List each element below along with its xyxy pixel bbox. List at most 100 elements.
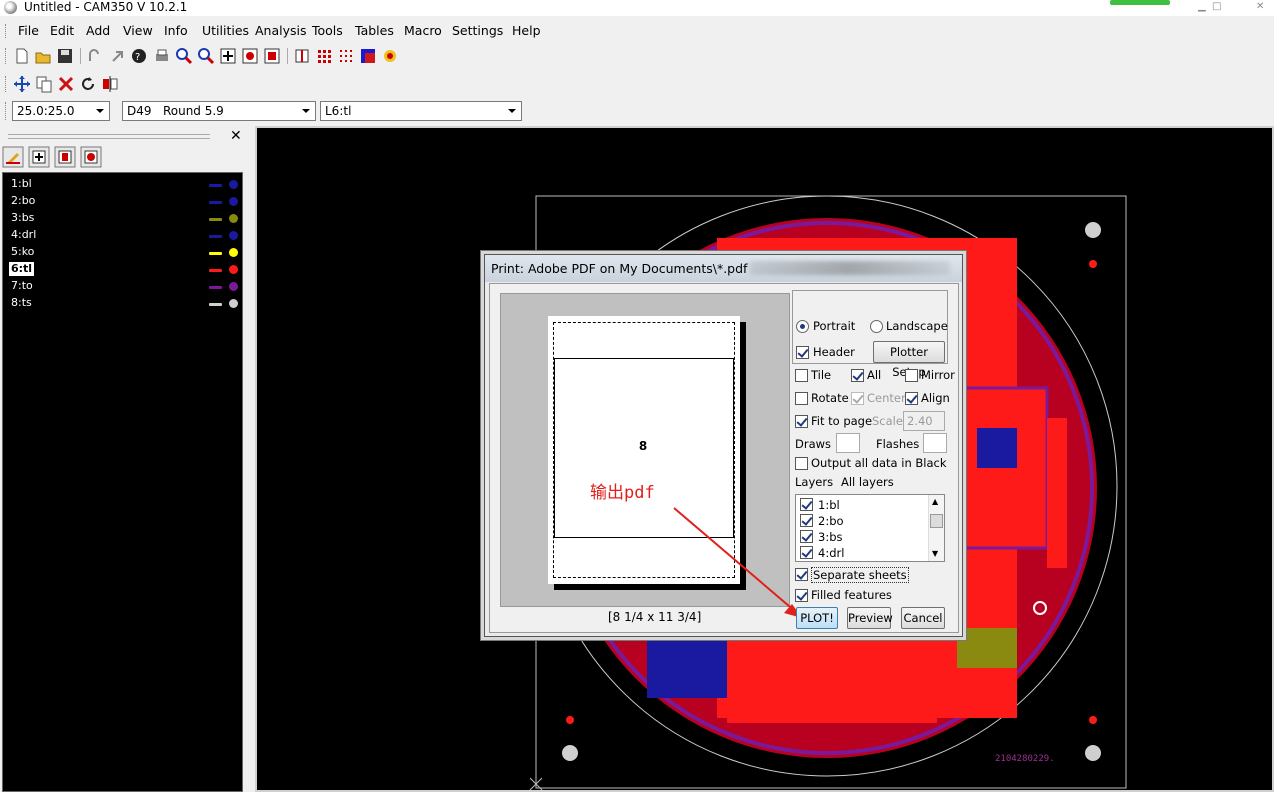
- layer-color-dot[interactable]: [229, 214, 238, 223]
- tile-checkbox[interactable]: [795, 369, 808, 382]
- menu-edit[interactable]: Edit: [50, 23, 74, 38]
- delete-icon[interactable]: [57, 75, 75, 93]
- menu-tools[interactable]: Tools: [312, 23, 343, 38]
- zoom-window-icon[interactable]: [219, 47, 237, 65]
- minimize-button[interactable]: ▁: [1198, 1, 1206, 12]
- layer-color-dot[interactable]: [229, 180, 238, 189]
- new-file-icon[interactable]: [13, 47, 31, 65]
- zoom-all-icon[interactable]: [241, 47, 259, 65]
- mirror-checkbox[interactable]: [905, 369, 918, 382]
- layer-name[interactable]: 3:bs: [9, 211, 36, 225]
- plotter-setup-button[interactable]: Plotter Setup: [873, 341, 945, 379]
- maximize-button[interactable]: □: [1212, 1, 1221, 12]
- toolbar-grip[interactable]: [5, 48, 7, 64]
- layer-color-dot[interactable]: [229, 265, 238, 274]
- print-icon[interactable]: [153, 47, 171, 65]
- list-scrollbar[interactable]: ▲ ▼: [928, 495, 944, 561]
- layer-name[interactable]: 8:ts: [9, 296, 34, 310]
- filled-features-checkbox[interactable]: [795, 589, 808, 602]
- panel-grip[interactable]: [8, 134, 210, 139]
- layer-color-dot[interactable]: [229, 248, 238, 257]
- chevron-down-icon[interactable]: [505, 102, 519, 120]
- toolbar-grip[interactable]: [5, 76, 7, 92]
- toolbar-grip[interactable]: [5, 102, 7, 120]
- zoom-out-icon[interactable]: [197, 47, 215, 65]
- close-window-button[interactable]: ✕: [1256, 1, 1264, 12]
- scroll-down-icon[interactable]: ▼: [932, 549, 938, 558]
- highlight-icon[interactable]: [381, 47, 399, 65]
- chevron-down-icon[interactable]: [299, 102, 313, 120]
- layer-row[interactable]: 6:tl: [9, 262, 241, 277]
- landscape-radio[interactable]: [870, 320, 883, 333]
- layer-row[interactable]: 5:ko: [9, 245, 241, 260]
- undo-icon[interactable]: [86, 47, 104, 65]
- layer-color-dot[interactable]: [229, 282, 238, 291]
- preview-button[interactable]: Preview: [847, 607, 893, 629]
- rotate-icon[interactable]: [79, 75, 97, 93]
- center-checkbox[interactable]: [851, 392, 864, 405]
- menu-analysis[interactable]: Analysis: [255, 23, 307, 38]
- layer-name[interactable]: 4:drl: [9, 228, 38, 242]
- layer-checkbox[interactable]: [800, 546, 813, 559]
- copy-icon[interactable]: [35, 75, 53, 93]
- layer-checkbox[interactable]: [800, 498, 813, 511]
- active-layer-combo[interactable]: L6:tl: [320, 101, 522, 121]
- move-icon[interactable]: [13, 75, 31, 93]
- menu-help[interactable]: Help: [512, 23, 541, 38]
- menu-utilities[interactable]: Utilities: [202, 23, 249, 38]
- align-checkbox[interactable]: [905, 392, 918, 405]
- snap-grid-icon[interactable]: [337, 47, 355, 65]
- layer-name[interactable]: 2:bo: [9, 194, 37, 208]
- zoom-in-icon[interactable]: [175, 47, 193, 65]
- output-black-checkbox[interactable]: [795, 457, 808, 470]
- plot-button[interactable]: PLOT!: [796, 607, 838, 629]
- layer-name[interactable]: 7:to: [9, 279, 35, 293]
- redo-icon[interactable]: [108, 47, 126, 65]
- header-checkbox[interactable]: [796, 346, 809, 359]
- menu-view[interactable]: View: [123, 23, 153, 38]
- chevron-down-icon[interactable]: [93, 102, 107, 120]
- flashes-input[interactable]: [923, 433, 947, 453]
- dialog-title-bar[interactable]: Print: Adobe PDF on My Documents\*.pdf: [485, 255, 962, 282]
- mirror-icon[interactable]: [101, 75, 119, 93]
- cancel-button[interactable]: Cancel: [901, 607, 945, 629]
- layer-all-icon[interactable]: [54, 146, 76, 168]
- all-checkbox[interactable]: [851, 369, 864, 382]
- menu-grip[interactable]: [5, 24, 7, 38]
- aperture-combo[interactable]: D49 Round 5.9: [122, 101, 316, 121]
- grid-icon[interactable]: [315, 47, 333, 65]
- layer-edit-icon[interactable]: [2, 146, 24, 168]
- fit-to-page-checkbox[interactable]: [795, 415, 808, 428]
- scale-input[interactable]: 2.40: [903, 411, 945, 431]
- separate-sheets-checkbox[interactable]: [795, 568, 808, 581]
- close-panel-icon[interactable]: ✕: [230, 128, 242, 144]
- menu-add[interactable]: Add: [86, 23, 110, 38]
- save-icon[interactable]: [56, 47, 74, 65]
- layer-checkbox[interactable]: [800, 514, 813, 527]
- pan-icon[interactable]: [293, 47, 311, 65]
- layer-colors-icon[interactable]: [359, 47, 377, 65]
- open-folder-icon[interactable]: [34, 47, 52, 65]
- layer-row[interactable]: 1:bl: [9, 177, 241, 192]
- layer-redraw-icon[interactable]: [80, 146, 102, 168]
- print-layers-list[interactable]: 1:bl 2:bo 3:bs 4:drl ▲ ▼: [795, 494, 945, 562]
- layer-color-dot[interactable]: [229, 231, 238, 240]
- layer-row[interactable]: 4:drl: [9, 228, 241, 243]
- menu-macro[interactable]: Macro: [404, 23, 442, 38]
- layer-name-active[interactable]: 6:tl: [9, 262, 35, 276]
- menu-info[interactable]: Info: [164, 23, 188, 38]
- portrait-radio[interactable]: [796, 320, 809, 333]
- layer-name[interactable]: 1:bl: [9, 177, 34, 191]
- layer-color-dot[interactable]: [229, 197, 238, 206]
- layer-color-dot[interactable]: [229, 299, 238, 308]
- menu-file[interactable]: File: [18, 23, 39, 38]
- layer-row[interactable]: 2:bo: [9, 194, 241, 209]
- menu-tables[interactable]: Tables: [355, 23, 394, 38]
- rotate-checkbox[interactable]: [795, 392, 808, 405]
- layer-add-icon[interactable]: [28, 146, 50, 168]
- scroll-up-icon[interactable]: ▲: [932, 497, 938, 506]
- grid-size-combo[interactable]: 25.0:25.0: [12, 101, 110, 121]
- menu-settings[interactable]: Settings: [452, 23, 503, 38]
- layer-row[interactable]: 7:to: [9, 279, 241, 294]
- layer-row[interactable]: 8:ts: [9, 296, 241, 311]
